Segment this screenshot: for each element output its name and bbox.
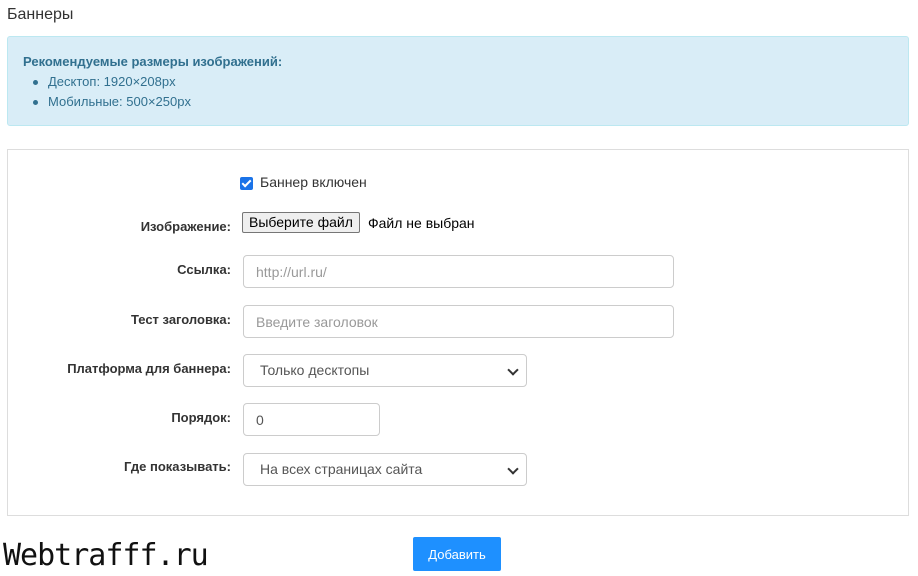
size-list: Десктоп: 1920×208px Мобильные: 500×250px	[23, 72, 191, 112]
where-label: Где показывать:	[124, 459, 231, 474]
platform-label: Платформа для баннера:	[67, 361, 231, 376]
platform-select[interactable]: Только десктопы	[243, 354, 527, 387]
recommended-sizes-alert: Рекомендуемые размеры изображений: Дескт…	[7, 36, 909, 126]
add-button[interactable]: Добавить	[413, 537, 501, 571]
chevron-down-icon	[507, 463, 519, 475]
watermark: Webtrafff.ru	[3, 538, 209, 573]
order-input[interactable]	[243, 403, 380, 436]
page-title: Баннеры	[7, 6, 74, 23]
where-selected: На всех страницах сайта	[260, 461, 423, 477]
image-label: Изображение:	[140, 219, 231, 234]
heading-label: Тест заголовка:	[130, 312, 231, 327]
where-select[interactable]: На всех страницах сайта	[243, 453, 527, 486]
banner-enabled-label[interactable]: Баннер включен	[260, 174, 367, 190]
banner-form: Баннер включен Изображение: Выберите фай…	[7, 149, 909, 516]
link-input[interactable]	[243, 255, 674, 288]
list-item: Мобильные: 500×250px	[23, 92, 191, 112]
chevron-down-icon	[507, 364, 519, 376]
alert-title: Рекомендуемые размеры изображений:	[23, 54, 283, 69]
banner-enabled-checkbox[interactable]	[240, 177, 253, 190]
order-label: Порядок:	[171, 410, 231, 425]
choose-file-button[interactable]: Выберите файл	[242, 212, 360, 233]
bullet-icon	[33, 100, 38, 105]
bullet-icon	[33, 80, 38, 85]
list-item: Десктоп: 1920×208px	[23, 72, 191, 92]
file-status: Файл не выбран	[368, 215, 475, 231]
link-label: Ссылка:	[177, 262, 231, 277]
heading-input[interactable]	[243, 305, 674, 338]
platform-selected: Только десктопы	[260, 362, 370, 378]
